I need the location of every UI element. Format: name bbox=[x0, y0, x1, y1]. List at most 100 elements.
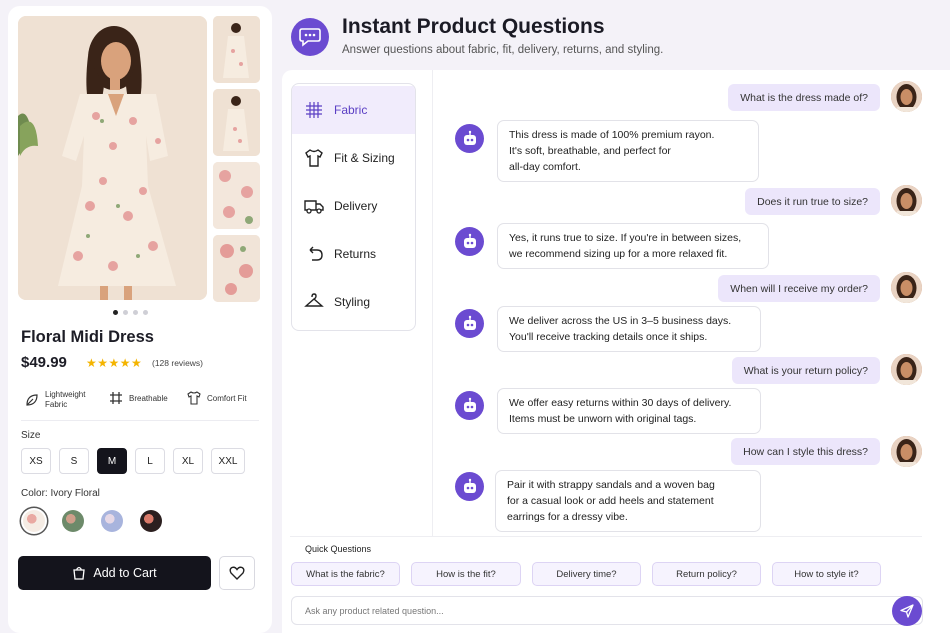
message-line: You'll receive tracking details once it … bbox=[509, 331, 708, 343]
bot-avatar-icon bbox=[455, 472, 484, 501]
divider bbox=[290, 536, 922, 537]
color-swatch-green[interactable] bbox=[60, 508, 86, 534]
color-swatch-blue[interactable] bbox=[99, 508, 125, 534]
bot-message: Pair it with strappy sandals and a woven… bbox=[495, 470, 761, 532]
message-line: Yes, it runs true to size. If you're in … bbox=[509, 232, 742, 244]
user-avatar bbox=[891, 272, 922, 303]
bot-avatar-icon bbox=[455, 309, 484, 338]
add-to-cart-button[interactable]: Add to Cart bbox=[18, 556, 211, 590]
message-line: It's soft, breathable, and perfect for bbox=[509, 145, 671, 157]
feature-lightweight: Lightweight Fabric bbox=[24, 390, 97, 410]
bot-message: This dress is made of 100% premium rayon… bbox=[497, 120, 759, 182]
send-icon bbox=[900, 604, 914, 618]
shopping-bag-icon bbox=[73, 566, 86, 580]
send-button[interactable] bbox=[892, 596, 922, 626]
product-title: Floral Midi Dress bbox=[21, 328, 154, 346]
menu-item-fabric[interactable]: Fabric bbox=[292, 86, 415, 134]
carousel-dot[interactable] bbox=[123, 310, 128, 315]
carousel-dot[interactable] bbox=[133, 310, 138, 315]
size-option-l[interactable]: L bbox=[135, 448, 165, 474]
fabric-grid-icon bbox=[110, 392, 122, 404]
heart-icon bbox=[229, 566, 245, 580]
menu-item-styling[interactable]: Styling bbox=[292, 278, 415, 326]
color-swatch-black[interactable] bbox=[138, 508, 164, 534]
page-title: Instant Product Questions bbox=[342, 15, 605, 38]
truck-icon bbox=[304, 200, 324, 214]
user-message: Does it run true to size? bbox=[745, 188, 880, 215]
message-line: earrings for a dressy vibe. bbox=[507, 511, 628, 523]
user-message: How can I style this dress? bbox=[731, 438, 880, 465]
color-selector bbox=[21, 508, 164, 534]
quick-question-chip[interactable]: How to style it? bbox=[772, 562, 881, 586]
feature-comfort-fit: Comfort Fit bbox=[186, 390, 247, 406]
message-line: for a casual look or add heels and state… bbox=[507, 495, 714, 507]
return-arrow-icon bbox=[309, 246, 323, 261]
bot-avatar-icon bbox=[455, 124, 484, 153]
menu-item-fit-sizing[interactable]: Fit & Sizing bbox=[292, 134, 415, 182]
thumbnail-4[interactable] bbox=[213, 235, 260, 302]
feature-breathable: Breathable bbox=[108, 390, 168, 406]
message-line: Pair it with strappy sandals and a woven… bbox=[507, 479, 715, 491]
bot-message: We deliver across the US in 3–5 business… bbox=[497, 306, 761, 352]
quick-questions-label: Quick Questions bbox=[305, 544, 372, 554]
feature-label: Breathable bbox=[129, 393, 168, 403]
message-line: all-day comfort. bbox=[509, 161, 581, 173]
tshirt-icon bbox=[187, 391, 201, 405]
message-line: This dress is made of 100% premium rayon… bbox=[509, 129, 715, 141]
menu-item-label: Fit & Sizing bbox=[334, 151, 395, 165]
quick-question-chip[interactable]: What is the fabric? bbox=[291, 562, 400, 586]
wishlist-button[interactable] bbox=[219, 556, 255, 590]
size-option-xs[interactable]: XS bbox=[21, 448, 51, 474]
divider bbox=[432, 70, 433, 536]
message-line: Items must be unworn with original tags. bbox=[509, 413, 697, 425]
product-price: $49.99 bbox=[21, 354, 67, 371]
thumbnail-3[interactable] bbox=[213, 162, 260, 229]
quick-question-chip[interactable]: How is the fit? bbox=[411, 562, 521, 586]
feature-label: Comfort Fit bbox=[207, 393, 247, 403]
user-message: What is the dress made of? bbox=[728, 84, 880, 111]
star-rating: ★★★★★ bbox=[86, 356, 143, 370]
carousel-dot[interactable] bbox=[113, 310, 118, 315]
fabric-grid-icon bbox=[306, 102, 322, 118]
quick-question-chip[interactable]: Delivery time? bbox=[532, 562, 641, 586]
review-count[interactable]: (128 reviews) bbox=[152, 358, 203, 368]
menu-item-delivery[interactable]: Delivery bbox=[292, 182, 415, 230]
user-avatar bbox=[891, 354, 922, 385]
size-option-xxl[interactable]: XXL bbox=[211, 448, 245, 474]
message-line: we recommend sizing up for a more relaxe… bbox=[509, 248, 728, 260]
topic-menu: Fabric Fit & Sizing Delivery Returns Sty… bbox=[291, 83, 416, 331]
user-avatar bbox=[891, 81, 922, 112]
size-option-xl[interactable]: XL bbox=[173, 448, 203, 474]
question-input[interactable]: Ask any product related question... bbox=[291, 596, 923, 625]
menu-item-label: Delivery bbox=[334, 199, 378, 213]
message-line: We offer easy returns within 30 days of … bbox=[509, 397, 732, 409]
hanger-icon bbox=[304, 293, 324, 307]
quick-questions-list: What is the fabric? How is the fit? Deli… bbox=[291, 562, 881, 586]
add-to-cart-label: Add to Cart bbox=[93, 566, 157, 580]
user-message: When will I receive my order? bbox=[718, 275, 880, 302]
size-option-m[interactable]: M bbox=[97, 448, 127, 474]
page-subtitle: Answer questions about fabric, fit, deli… bbox=[342, 44, 664, 56]
menu-item-returns[interactable]: Returns bbox=[292, 230, 415, 278]
size-selector: XS S M L XL XXL bbox=[21, 448, 245, 474]
product-card: Floral Midi Dress $49.99 ★★★★★ (128 revi… bbox=[8, 6, 272, 633]
menu-item-label: Returns bbox=[334, 247, 377, 261]
image-carousel-dots bbox=[113, 310, 148, 315]
product-main-image[interactable] bbox=[18, 16, 207, 300]
quick-question-chip[interactable]: Return policy? bbox=[652, 562, 761, 586]
bot-avatar-icon bbox=[455, 391, 484, 420]
size-option-s[interactable]: S bbox=[59, 448, 89, 474]
feature-label: Lightweight Fabric bbox=[45, 390, 86, 409]
chat-bubble-icon bbox=[291, 18, 329, 56]
user-message: What is your return policy? bbox=[731, 357, 880, 384]
thumbnail-1[interactable] bbox=[213, 16, 260, 83]
color-label: Color: Ivory Floral bbox=[21, 488, 100, 499]
bot-message: We offer easy returns within 30 days of … bbox=[497, 388, 761, 434]
user-avatar bbox=[891, 436, 922, 467]
leaf-icon bbox=[26, 394, 38, 406]
menu-item-label: Styling bbox=[334, 295, 371, 309]
thumbnail-2[interactable] bbox=[213, 89, 260, 156]
tshirt-icon bbox=[305, 149, 323, 167]
carousel-dot[interactable] bbox=[143, 310, 148, 315]
color-swatch-ivory-floral[interactable] bbox=[21, 508, 47, 534]
